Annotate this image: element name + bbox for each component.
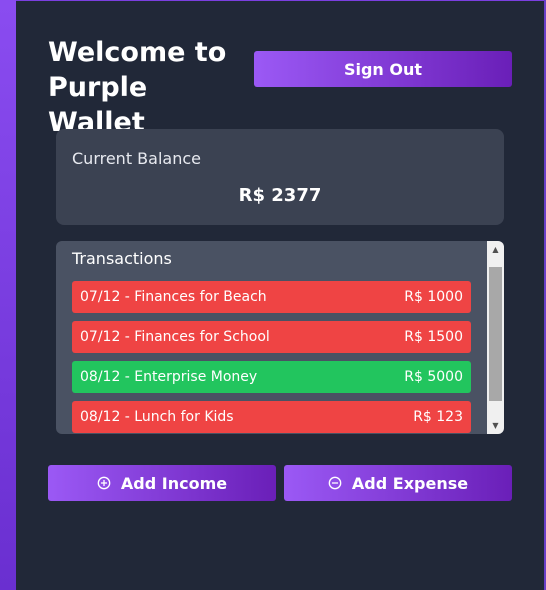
scroll-down-arrow-icon[interactable]: ▼ [487,417,504,434]
add-income-button[interactable]: Add Income [48,465,276,501]
page-title: Welcome to Purple Wallet [48,37,227,138]
sign-out-button[interactable]: Sign Out [254,51,512,87]
transaction-description: 08/12 - Enterprise Money [80,369,258,385]
transactions-panel[interactable]: Transactions 07/12 - Finances for Beach … [56,241,504,434]
balance-label: Current Balance [72,149,201,168]
transaction-amount: R$ 123 [413,409,463,425]
transaction-amount: R$ 1500 [404,329,463,345]
balance-card: Current Balance R$ 2377 [56,129,504,225]
transaction-row: 08/12 - Enterprise Money R$ 5000 [72,361,471,393]
transactions-list: 07/12 - Finances for Beach R$ 1000 07/12… [72,281,471,434]
add-income-label: Add Income [120,473,228,493]
wallet-app: Welcome to Purple Wallet Sign Out Curren… [16,1,544,590]
transaction-description: 07/12 - Finances for School [80,329,270,345]
add-expense-button[interactable]: Add Expense [284,465,512,501]
scroll-thumb[interactable] [489,267,502,401]
transactions-scrollbar[interactable]: ▲ ▼ [487,241,504,434]
transaction-amount: R$ 5000 [404,369,463,385]
balance-value: R$ 2377 [238,185,322,206]
transaction-description: 07/12 - Finances for Beach [80,289,267,305]
plus-circle-icon [97,476,111,490]
add-expense-label: Add Expense [351,473,469,493]
transaction-row: 07/12 - Finances for Beach R$ 1000 [72,281,471,313]
scroll-up-arrow-icon[interactable]: ▲ [487,241,504,258]
minus-circle-icon [328,476,342,490]
transaction-amount: R$ 1000 [404,289,463,305]
transactions-header: Transactions [72,249,172,268]
transaction-description: 08/12 - Lunch for Kids [80,409,234,425]
left-accent-bar [0,0,16,590]
transaction-row: 07/12 - Finances for School R$ 1500 [72,321,471,353]
transaction-row: 08/12 - Lunch for Kids R$ 123 [72,401,471,433]
